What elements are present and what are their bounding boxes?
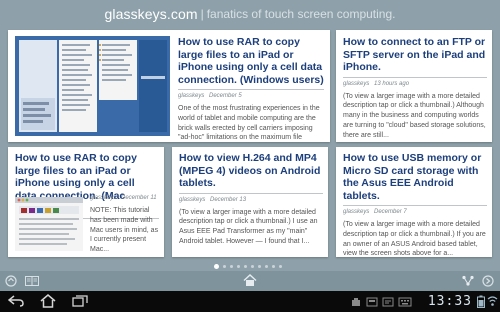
site-name[interactable]: glasskeys.com bbox=[104, 6, 197, 22]
article-thumbnail[interactable] bbox=[15, 197, 83, 251]
article-author[interactable]: glasskeys bbox=[343, 209, 369, 215]
article-date: December 13 bbox=[210, 196, 247, 203]
page-dot[interactable] bbox=[237, 265, 240, 268]
article-list-icon[interactable] bbox=[25, 276, 39, 286]
article-date: December 7 bbox=[374, 209, 407, 215]
site-tagline: fanatics of touch screen computing. bbox=[206, 6, 396, 21]
status-clock[interactable]: 13:33 bbox=[428, 294, 472, 309]
windows-menu-screenshot bbox=[15, 36, 170, 136]
usb-icon bbox=[352, 298, 360, 306]
page-dot-active[interactable] bbox=[214, 264, 219, 269]
refresh-icon[interactable] bbox=[5, 275, 17, 287]
article-author[interactable]: glasskeys bbox=[343, 81, 369, 87]
article-thumbnail[interactable] bbox=[15, 36, 170, 136]
home-button-icon[interactable] bbox=[40, 294, 56, 308]
article-meta: glasskeys December 5 bbox=[178, 93, 324, 99]
share-icon[interactable] bbox=[462, 275, 474, 287]
home-icon[interactable] bbox=[243, 274, 257, 287]
article-title[interactable]: How to use USB memory or Micro SD card s… bbox=[343, 152, 487, 206]
notification-icon[interactable] bbox=[382, 297, 394, 307]
article-date: December 11 bbox=[121, 195, 157, 201]
article-excerpt: (To view a larger image with a more deta… bbox=[179, 208, 318, 245]
battery-icon bbox=[477, 295, 485, 308]
mac-app-screenshot bbox=[15, 197, 83, 251]
article-meta: glasskeys December 7 bbox=[343, 209, 487, 215]
page-indicator[interactable] bbox=[214, 264, 282, 269]
page-dot[interactable] bbox=[258, 265, 261, 268]
article-excerpt: (To view a larger image with a more deta… bbox=[343, 92, 486, 139]
app-toolbar bbox=[0, 271, 500, 291]
site-header: glasskeys.com | fanatics of touch screen… bbox=[0, 0, 500, 27]
article-meta: glasskeys December 11 bbox=[90, 195, 160, 201]
article-author[interactable]: glasskeys bbox=[90, 195, 116, 201]
sd-card-icon bbox=[366, 297, 378, 307]
back-icon[interactable] bbox=[8, 295, 24, 307]
article-title[interactable]: How to use RAR to copy large files to an… bbox=[178, 36, 324, 90]
forward-icon[interactable] bbox=[482, 275, 494, 287]
article-card[interactable]: How to connect to an FTP or SFTP server … bbox=[336, 30, 492, 142]
keyboard-icon bbox=[398, 297, 412, 307]
page-dot[interactable] bbox=[265, 265, 268, 268]
page-dot[interactable] bbox=[244, 265, 247, 268]
page-dot[interactable] bbox=[223, 265, 226, 268]
article-author[interactable]: glasskeys bbox=[178, 93, 204, 99]
page-dot[interactable] bbox=[251, 265, 254, 268]
article-title[interactable]: How to view H.264 and MP4 (MPEG 4) video… bbox=[179, 152, 323, 194]
article-title[interactable]: How to connect to an FTP or SFTP server … bbox=[343, 36, 487, 78]
article-card[interactable]: How to view H.264 and MP4 (MPEG 4) video… bbox=[172, 147, 328, 257]
article-excerpt: (To view a larger image with a more deta… bbox=[343, 221, 486, 257]
page-dot[interactable] bbox=[272, 265, 275, 268]
system-navbar: 13:33 bbox=[0, 291, 500, 312]
article-meta: glasskeys December 13 bbox=[179, 197, 323, 203]
article-date: December 5 bbox=[209, 93, 242, 99]
recent-apps-icon[interactable] bbox=[72, 295, 88, 307]
article-card[interactable]: How to use RAR to copy large files to an… bbox=[8, 30, 330, 142]
header-separator: | bbox=[200, 6, 204, 21]
article-excerpt: NOTE: This tutorial has been made with M… bbox=[90, 207, 159, 254]
article-card[interactable]: How to use USB memory or Micro SD card s… bbox=[336, 147, 492, 257]
article-excerpt: One of the most frustrating experiences … bbox=[178, 105, 320, 142]
wifi-icon bbox=[487, 296, 498, 306]
page-dot[interactable] bbox=[279, 265, 282, 268]
article-author[interactable]: glasskeys bbox=[179, 197, 205, 203]
article-card[interactable]: How to use RAR to copy large files to an… bbox=[8, 147, 164, 257]
article-date: 13 hours ago bbox=[374, 80, 410, 87]
article-meta: glasskeys 13 hours ago bbox=[343, 81, 487, 87]
page-dot[interactable] bbox=[230, 265, 233, 268]
